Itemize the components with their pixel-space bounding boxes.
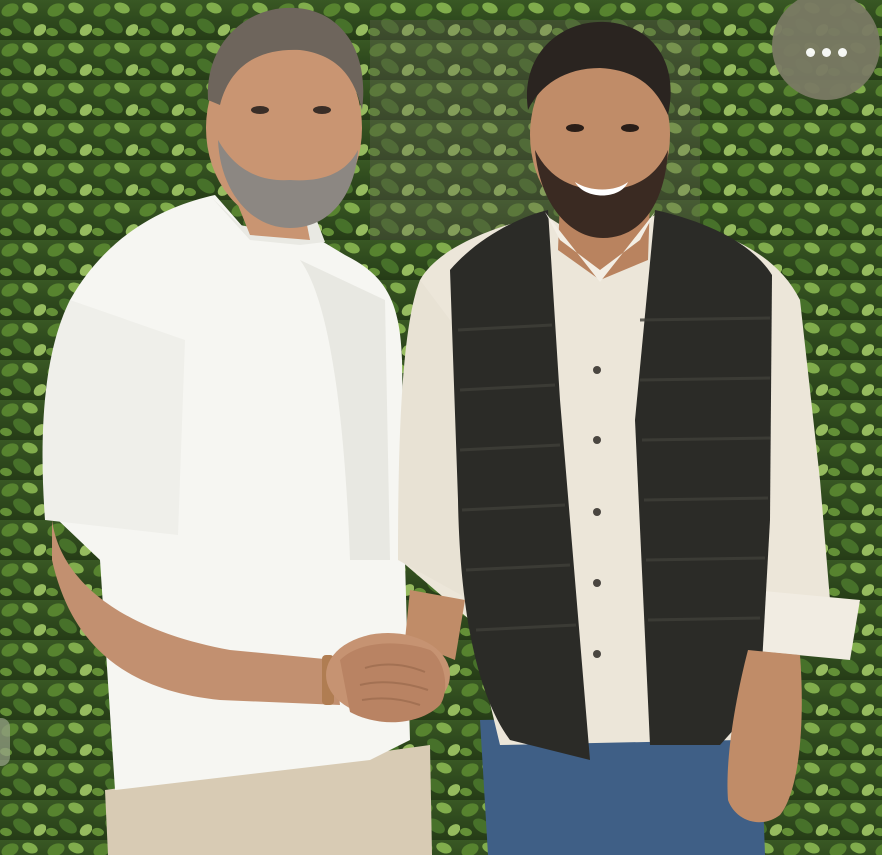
photo-viewer [0,0,882,855]
photo [0,0,882,855]
side-handle[interactable] [0,718,10,766]
more-horizontal-icon [805,47,847,57]
